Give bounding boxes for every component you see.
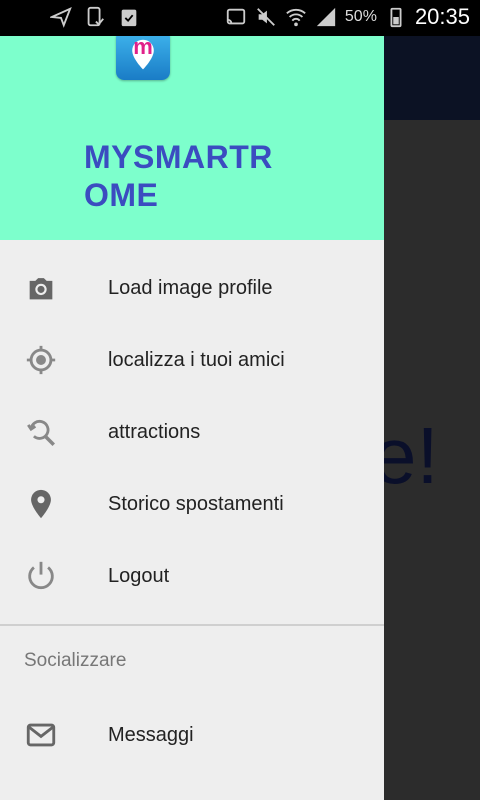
location-pin-icon xyxy=(24,487,58,521)
drawer-header: m MYSMARTROME xyxy=(0,30,384,240)
menu-item-attractions[interactable]: attractions xyxy=(0,396,384,468)
menu-item-logout[interactable]: Logout xyxy=(0,540,384,612)
menu-label: Messaggi xyxy=(108,723,194,746)
power-icon xyxy=(24,559,58,593)
menu-item-messaggi[interactable]: Messaggi xyxy=(0,699,384,771)
status-system: 50% 20:35 xyxy=(225,4,470,30)
drawer-menu: Load image profile localizza i tuoi amic… xyxy=(0,252,384,612)
menu-label: localizza i tuoi amici xyxy=(108,348,285,371)
navigation-drawer: m MYSMARTROME Load image profile localiz… xyxy=(0,30,384,800)
drawer-social-menu: Messaggi xyxy=(0,699,384,771)
divider xyxy=(0,624,384,626)
clipboard-check-icon xyxy=(118,6,140,28)
menu-label: Logout xyxy=(108,564,170,587)
mail-icon xyxy=(24,718,58,752)
menu-item-load-image-profile[interactable]: Load image profile xyxy=(0,252,384,324)
camera-icon xyxy=(24,271,58,305)
cast-icon xyxy=(225,6,247,28)
section-title-socializzare: Socializzare xyxy=(24,650,127,671)
status-bar: 50% 20:35 xyxy=(0,0,480,36)
app-logo-letter: m xyxy=(133,34,153,59)
wifi-icon xyxy=(285,6,307,28)
app-name: MYSMARTROME xyxy=(84,139,273,213)
menu-item-localizza-amici[interactable]: localizza i tuoi amici xyxy=(0,324,384,396)
menu-label: Storico spostamenti xyxy=(108,492,284,515)
battery-icon xyxy=(385,6,407,28)
gps-fixed-icon xyxy=(24,343,58,377)
menu-label: Load image profile xyxy=(108,276,273,299)
clock: 20:35 xyxy=(414,4,470,29)
search-refresh-icon xyxy=(24,415,58,449)
app-logo: m xyxy=(116,30,170,80)
menu-item-storico-spostamenti[interactable]: Storico spostamenti xyxy=(0,468,384,540)
status-notifications xyxy=(48,6,140,28)
device-check-icon xyxy=(84,6,106,28)
menu-label: attractions xyxy=(108,420,201,443)
mute-icon xyxy=(255,6,277,28)
send-icon xyxy=(48,6,72,28)
signal-icon xyxy=(315,6,337,28)
battery-percent: 50% xyxy=(344,8,377,25)
